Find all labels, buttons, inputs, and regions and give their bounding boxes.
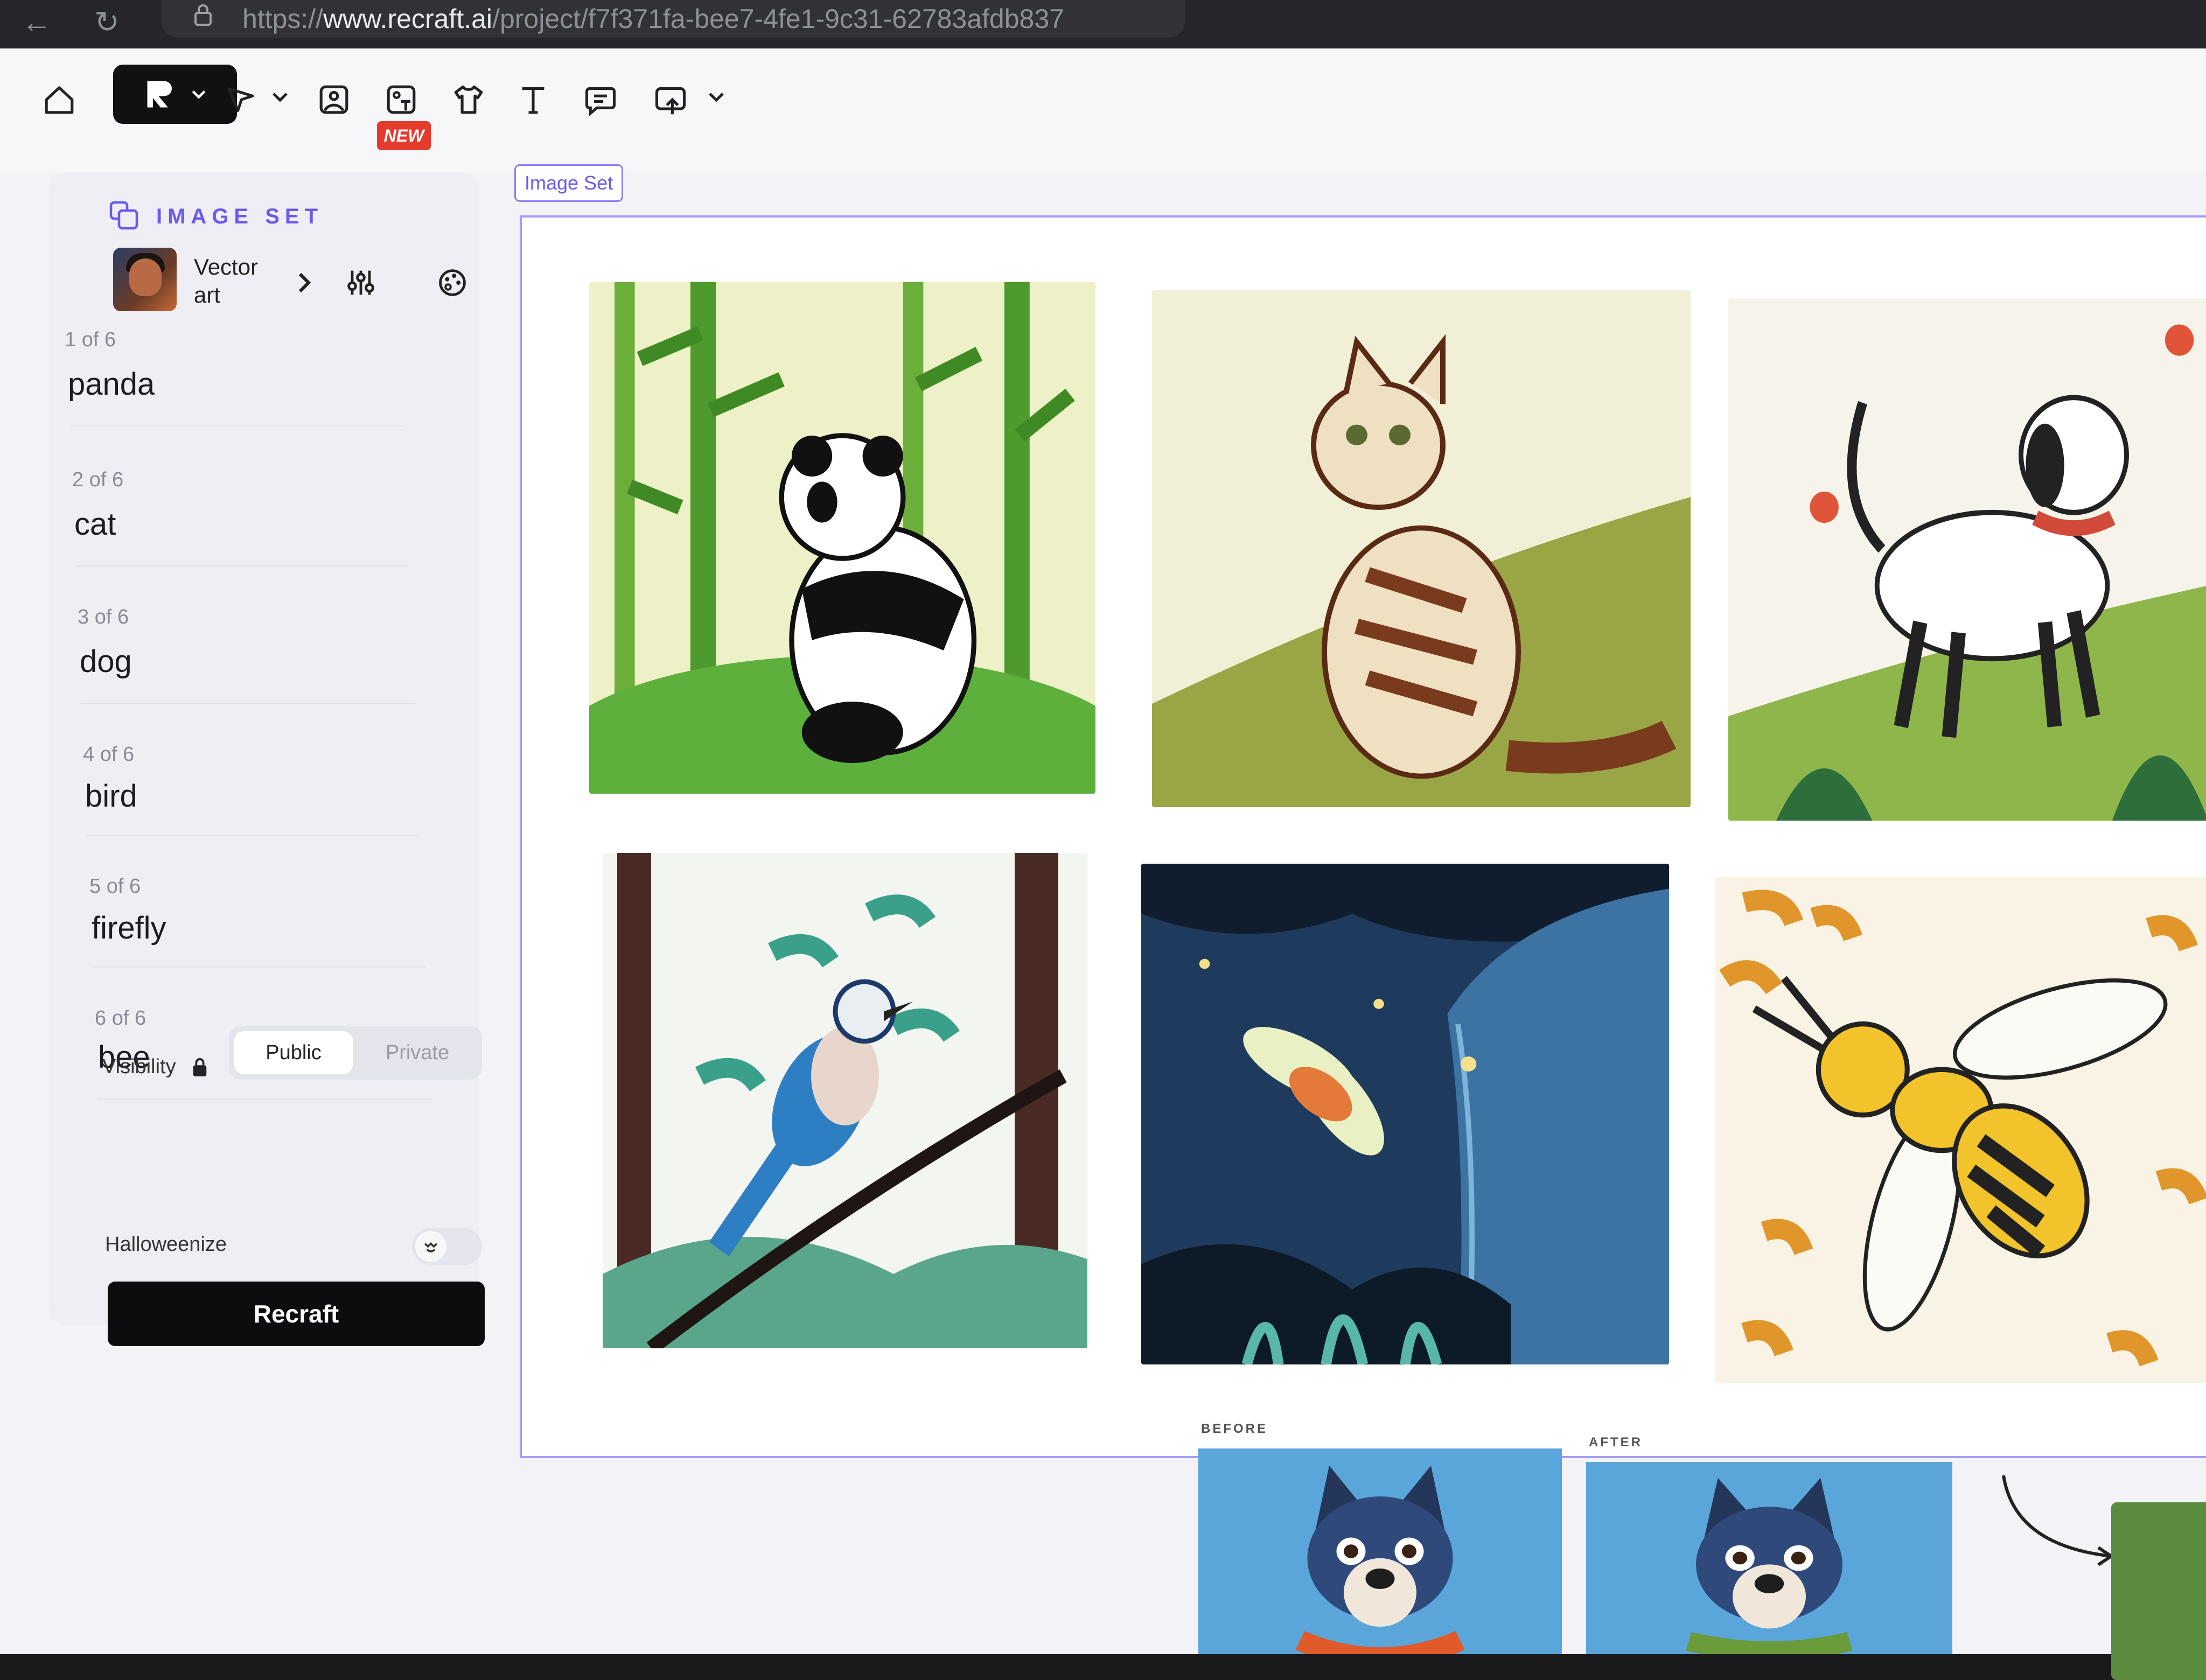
prompt-text[interactable]: dog bbox=[80, 643, 132, 680]
lock-icon bbox=[193, 1058, 207, 1076]
url-host: www.recraft.ai bbox=[323, 4, 493, 34]
pointer-icon bbox=[227, 87, 254, 112]
chevron-down-icon bbox=[192, 90, 206, 99]
prompt-count: 2 of 6 bbox=[72, 468, 124, 491]
back-icon[interactable]: ← bbox=[22, 4, 52, 39]
pumpkin-icon bbox=[424, 1242, 438, 1252]
divider bbox=[97, 1098, 431, 1100]
recraft-button[interactable]: Recraft bbox=[108, 1282, 485, 1346]
image-tile-dog[interactable] bbox=[1728, 298, 2206, 821]
prompt-count: 6 of 6 bbox=[95, 1007, 146, 1030]
divider bbox=[75, 565, 409, 566]
divider bbox=[81, 703, 415, 704]
image-set-panel: IMAGE SET Vector art 1 of 6 panda 2 of 6… bbox=[48, 172, 479, 1325]
style-name[interactable]: Vector art bbox=[194, 253, 269, 309]
image-set-frame[interactable] bbox=[520, 215, 2206, 1458]
image-tile-bird[interactable] bbox=[603, 853, 1087, 1348]
style-avatar[interactable] bbox=[113, 248, 177, 311]
image-tile-firefly[interactable] bbox=[1141, 864, 1669, 1364]
upload-frame-icon bbox=[655, 87, 686, 115]
prompt-text[interactable]: firefly bbox=[92, 910, 166, 946]
recraft-logo-icon bbox=[147, 81, 172, 108]
divider bbox=[92, 967, 425, 968]
image-tile-bee[interactable] bbox=[1715, 877, 2206, 1383]
prompt-count: 3 of 6 bbox=[78, 606, 129, 628]
tshirt-icon bbox=[454, 85, 483, 114]
prompt-text[interactable]: bird bbox=[85, 778, 137, 814]
comment-icon bbox=[585, 87, 616, 117]
prompt-text[interactable]: cat bbox=[74, 506, 116, 542]
color-palette-button[interactable] bbox=[425, 256, 479, 310]
chevron-down-icon[interactable] bbox=[269, 86, 291, 108]
prompt-count: 5 of 6 bbox=[89, 875, 141, 898]
export-tool-button[interactable] bbox=[641, 70, 700, 129]
toggle-knob bbox=[415, 1231, 446, 1262]
palette-icon bbox=[439, 269, 466, 296]
lock-icon bbox=[194, 4, 212, 26]
image-text-tool-button[interactable] bbox=[372, 70, 431, 129]
top-toolbar: NEW bbox=[0, 48, 2206, 172]
image-set-icon bbox=[109, 201, 138, 230]
image-tool-button[interactable] bbox=[304, 70, 364, 129]
prompt-count: 4 of 6 bbox=[83, 743, 135, 766]
comment-tool-button[interactable] bbox=[571, 70, 630, 129]
home-button[interactable] bbox=[30, 70, 89, 129]
visibility-label: Visibility bbox=[102, 1055, 176, 1078]
before-image[interactable] bbox=[1198, 1448, 1562, 1654]
home-icon bbox=[45, 86, 74, 114]
settings-sliders-button[interactable] bbox=[334, 256, 388, 310]
curved-arrow-icon bbox=[2002, 1475, 2114, 1566]
image-icon bbox=[319, 85, 348, 114]
sliders-icon bbox=[347, 270, 374, 295]
prompt-count: 1 of 6 bbox=[65, 328, 116, 351]
chevron-right-icon[interactable] bbox=[294, 269, 315, 296]
url-scheme: https:// bbox=[242, 4, 324, 34]
divider bbox=[86, 835, 420, 836]
partial-image[interactable] bbox=[2111, 1502, 2206, 1680]
visibility-public-option[interactable]: Public bbox=[234, 1031, 353, 1074]
after-label: AFTER bbox=[1589, 1435, 1643, 1450]
select-tool-button[interactable] bbox=[210, 70, 269, 129]
after-image[interactable] bbox=[1586, 1462, 1952, 1654]
chevron-down-icon[interactable] bbox=[706, 86, 727, 108]
before-label: BEFORE bbox=[1201, 1422, 1268, 1436]
panel-title: IMAGE SET bbox=[156, 205, 324, 228]
mockup-tool-button[interactable] bbox=[439, 70, 498, 129]
new-badge: NEW bbox=[377, 121, 431, 150]
visibility-toggle: Public Private bbox=[229, 1026, 482, 1080]
address-bar[interactable]: https://www.recraft.ai/project/f7f371fa-… bbox=[162, 0, 1185, 38]
divider bbox=[70, 425, 404, 426]
image-tile-cat[interactable] bbox=[1152, 290, 1691, 807]
text-tool-button[interactable] bbox=[504, 70, 563, 129]
halloweenize-label: Halloweenize bbox=[105, 1233, 227, 1256]
url-text: https://www.recraft.ai/project/f7f371fa-… bbox=[242, 3, 1064, 34]
image-set-tag[interactable]: Image Set bbox=[514, 164, 624, 202]
browser-chrome: ← ↻ https://www.recraft.ai/project/f7f37… bbox=[0, 0, 2206, 48]
url-path: /project/f7f371fa-bee7-4fe1-9c31-62783af… bbox=[492, 4, 1064, 34]
visibility-private-option[interactable]: Private bbox=[358, 1031, 477, 1074]
text-icon bbox=[522, 87, 544, 114]
image-tile-panda[interactable] bbox=[589, 282, 1095, 794]
app-window: NEW IMAGE SET Vector art 1 of 6 panda 2 … bbox=[0, 48, 2206, 1680]
image-text-icon bbox=[387, 85, 416, 114]
reload-icon[interactable]: ↻ bbox=[94, 4, 120, 40]
prompt-text[interactable]: panda bbox=[68, 366, 155, 402]
halloweenize-toggle[interactable] bbox=[412, 1228, 482, 1265]
